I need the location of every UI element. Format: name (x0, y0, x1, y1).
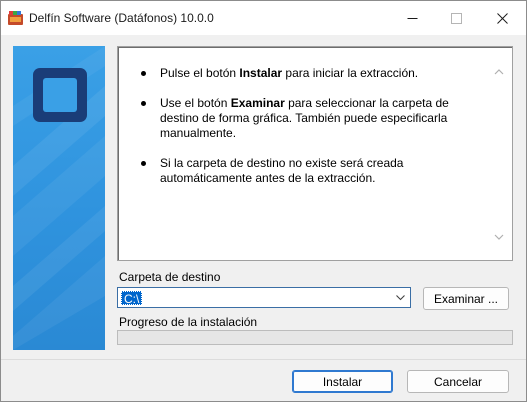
window-title: Delfín Software (Datáfonos) 10.0.0 (29, 11, 214, 25)
progress-label: Progreso de la instalación (119, 315, 258, 329)
minimize-icon (407, 17, 417, 19)
bullet-icon (141, 71, 146, 76)
cancel-button[interactable]: Cancelar (407, 370, 509, 393)
destination-folder-label: Carpeta de destino (119, 270, 221, 284)
logo-inner (43, 78, 77, 112)
title-bar[interactable]: Delfín Software (Datáfonos) 10.0.0 (1, 1, 526, 35)
instruction-item: Si la carpeta de destino no existe será … (132, 156, 488, 186)
minimize-button[interactable] (389, 1, 435, 35)
bullet-icon (141, 101, 146, 106)
close-icon (496, 12, 508, 24)
instruction-item: Pulse el botón Instalar para iniciar la … (132, 66, 488, 81)
scroll-up-arrow[interactable] (494, 64, 504, 78)
app-logo (33, 68, 87, 122)
progress-bar (117, 330, 513, 345)
destination-folder-combobox[interactable]: C:\ (117, 287, 411, 308)
chevron-down-icon (396, 295, 405, 301)
chevron-up-icon (494, 69, 504, 75)
maximize-button[interactable] (433, 1, 479, 35)
instruction-text: Pulse el botón (160, 66, 240, 80)
app-icon (8, 11, 23, 25)
instruction-text: Si la carpeta de destino no existe será … (160, 156, 404, 185)
install-button[interactable]: Instalar (292, 370, 393, 393)
chevron-down-icon (494, 234, 504, 240)
scroll-down-arrow[interactable] (494, 230, 504, 244)
instructions-list: Pulse el botón Instalar para iniciar la … (132, 66, 488, 201)
instruction-bold-text: Examinar (230, 96, 285, 110)
instruction-text: para iniciar la extracción. (282, 66, 419, 80)
instructions-box[interactable]: Pulse el botón Instalar para iniciar la … (117, 46, 513, 261)
instruction-item: Use el botón Examinar para seleccionar l… (132, 96, 488, 141)
instruction-bold-text: Instalar (239, 66, 283, 80)
side-banner (13, 46, 105, 350)
maximize-icon (450, 12, 462, 24)
close-button[interactable] (479, 1, 525, 35)
destination-folder-value[interactable]: C:\ (121, 291, 143, 306)
installer-window: Delfín Software (Datáfonos) 10.0.0 Pulse… (0, 0, 527, 402)
dropdown-arrow[interactable] (395, 292, 406, 306)
footer-separator (1, 359, 526, 360)
browse-button[interactable]: Examinar ... (423, 287, 509, 310)
bullet-icon (141, 161, 146, 166)
instruction-text: Use el botón (160, 96, 231, 110)
